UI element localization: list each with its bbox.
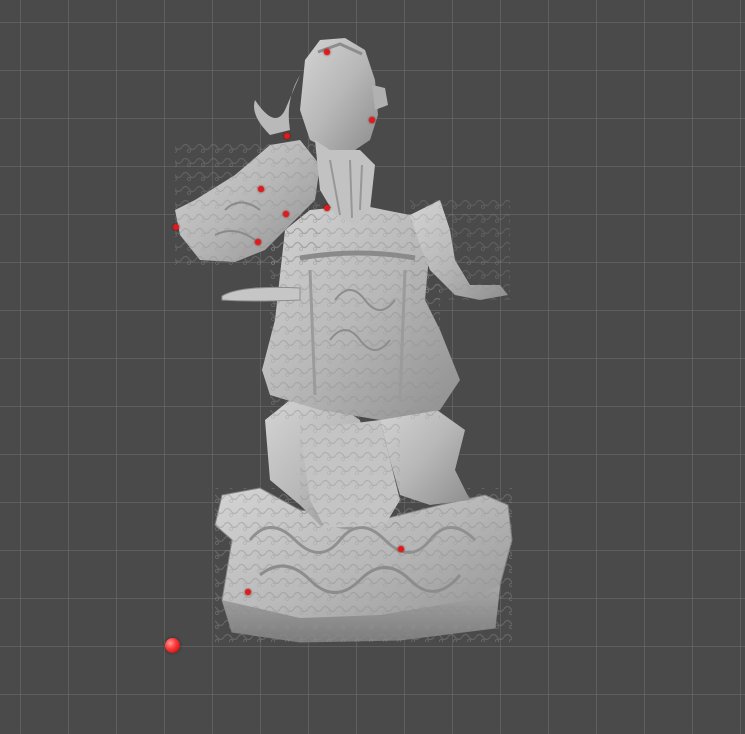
point-chest[interactable] bbox=[324, 205, 330, 211]
point-base-center[interactable] bbox=[398, 546, 404, 552]
left-arm bbox=[175, 140, 320, 265]
point-sleeve[interactable] bbox=[173, 224, 179, 230]
3d-viewport[interactable] bbox=[0, 0, 745, 734]
sword bbox=[221, 286, 301, 302]
statue-model[interactable] bbox=[0, 0, 745, 734]
point-base-left[interactable] bbox=[245, 589, 251, 595]
right-arm bbox=[410, 200, 510, 300]
point-arm-upper[interactable] bbox=[258, 186, 264, 192]
point-hand[interactable] bbox=[283, 211, 289, 217]
point-cheek[interactable] bbox=[369, 117, 375, 123]
point-shoulder-plate[interactable] bbox=[284, 133, 290, 139]
pivot-sphere-icon[interactable] bbox=[165, 638, 180, 653]
point-head-top[interactable] bbox=[324, 49, 330, 55]
point-fist[interactable] bbox=[255, 239, 261, 245]
